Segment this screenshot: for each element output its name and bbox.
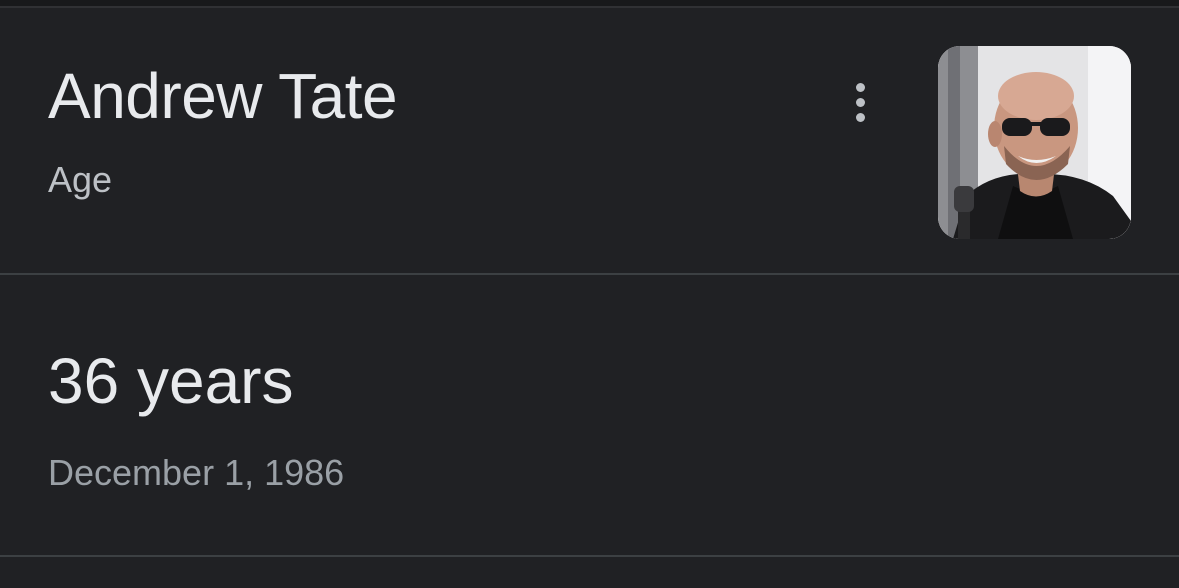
answer-section: 36 years December 1, 1986 — [0, 275, 1179, 555]
entity-subtitle: Age — [48, 159, 113, 200]
entity-thumbnail[interactable] — [938, 46, 1131, 239]
entity-header: Andrew Tate Age — [0, 8, 1179, 274]
bottom-divider — [0, 555, 1179, 557]
more-options-button[interactable] — [838, 72, 882, 132]
top-divider — [0, 0, 1179, 8]
person-photo — [938, 46, 1131, 239]
entity-title[interactable]: Andrew Tate — [48, 60, 398, 132]
more-vert-icon — [855, 82, 865, 92]
answer-detail: December 1, 1986 — [48, 452, 345, 493]
answer-value: 36 years — [48, 345, 294, 417]
